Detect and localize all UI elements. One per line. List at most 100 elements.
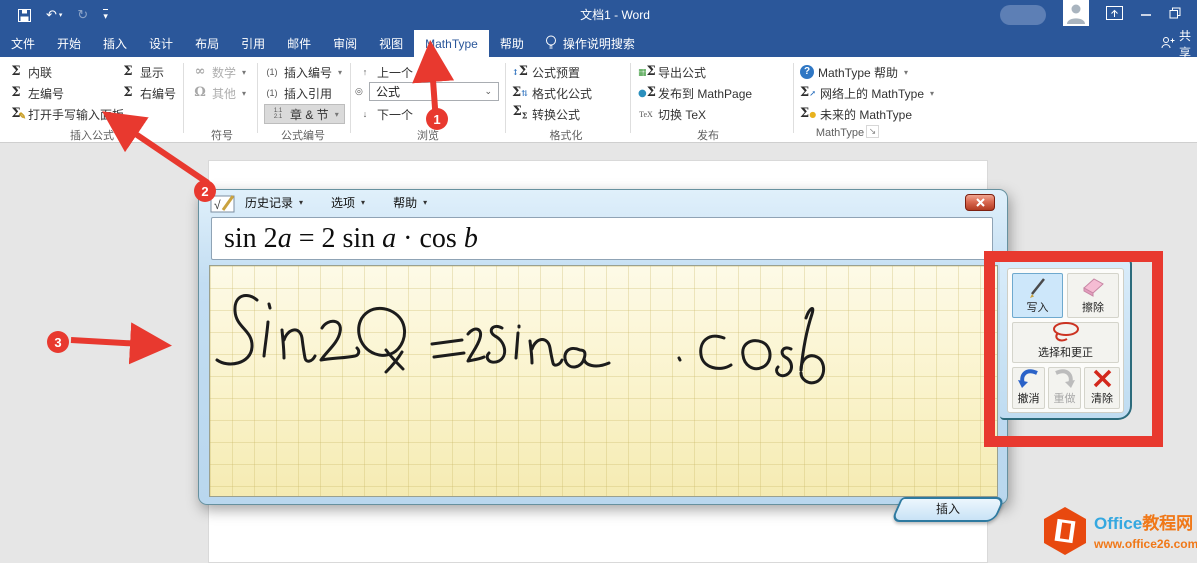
browse-target-combobox[interactable]: 公式 ⌄ — [369, 82, 499, 101]
chevron-down-icon: ⌄ — [484, 86, 498, 97]
tab-review[interactable]: 审阅 — [322, 30, 368, 57]
handwriting-canvas[interactable] — [209, 265, 998, 497]
browse-target-icon: ◎ — [355, 86, 363, 97]
chapter-section-button[interactable]: 1.12.1章 & 节▾ — [264, 104, 345, 124]
undo-icon[interactable]: ↶▾ — [46, 7, 62, 23]
sigma-presets-icon: ↕Σ — [512, 65, 528, 79]
chevron-down-icon: ▾ — [299, 198, 303, 207]
minimize-button[interactable] — [1140, 6, 1152, 24]
tab-mailings[interactable]: 邮件 — [276, 30, 322, 57]
tab-home[interactable]: 开始 — [46, 30, 92, 57]
save-icon[interactable] — [18, 9, 31, 22]
chevron-down-icon: ▾ — [242, 68, 246, 77]
share-button[interactable]: 共享 — [1161, 30, 1197, 57]
group-divider — [505, 63, 506, 133]
globe-sigma-icon: ●Σ — [638, 86, 654, 101]
share-person-icon — [1161, 36, 1175, 52]
group-divider — [257, 63, 258, 133]
future-mathtype-button[interactable]: Σ●未来的 MathType — [800, 104, 912, 124]
chevron-down-icon: ▾ — [338, 68, 342, 77]
open-handwriting-panel-button[interactable]: Σ✎ 打开手写输入面板 — [8, 104, 124, 124]
tab-design[interactable]: 设计 — [138, 30, 184, 57]
redo-icon[interactable]: ↻ — [77, 7, 88, 23]
restore-button[interactable] — [1169, 6, 1181, 24]
help-menu[interactable]: 帮助▾ — [393, 194, 427, 211]
group-label-publish: 发布 — [697, 127, 719, 143]
panel-close-button[interactable] — [965, 194, 995, 211]
titlebar-right-cluster — [1000, 0, 1181, 30]
insert-equation-reference-button[interactable]: (1)插入引用 — [264, 83, 332, 103]
tab-insert[interactable]: 插入 — [92, 30, 138, 57]
publish-mathpage-button[interactable]: ●Σ发布到 MathPage — [638, 83, 752, 103]
mathtype-on-web-button[interactable]: Σ↗网络上的 MathType▾ — [800, 83, 934, 103]
math-input-panel-menubar: 历史记录▾ 选项▾ 帮助▾ — [245, 194, 427, 211]
group-divider — [183, 63, 184, 133]
tell-me-search[interactable]: 操作说明搜索 — [535, 30, 645, 57]
insert-left-numbered-equation-button[interactable]: Σ左编号 — [8, 83, 64, 103]
group-label-equation-numbers: 公式编号 — [281, 127, 325, 143]
window-title: 文档1 - Word — [580, 0, 650, 30]
sigma-icon: Σ — [8, 86, 24, 100]
office-hexagon-logo — [1042, 506, 1088, 561]
quick-access-toolbar: ↶▾ ↻ ▾ — [18, 0, 108, 30]
handwriting-ink — [210, 266, 999, 498]
tab-mathtype[interactable]: MathType — [414, 30, 489, 57]
browse-next-button[interactable]: ↓下一个 — [357, 104, 413, 124]
tex-icon: TeX — [638, 110, 654, 119]
equation-presets-button[interactable]: ↕Σ公式预置 — [512, 62, 580, 82]
help-question-icon: ? — [800, 65, 814, 79]
group-divider — [630, 63, 631, 133]
lightbulb-icon — [545, 35, 557, 53]
annotation-step-1: 1 — [426, 108, 448, 130]
group-label-format: 格式化 — [550, 127, 583, 143]
avatar[interactable] — [1063, 0, 1089, 31]
chevron-down-icon: ▾ — [423, 198, 427, 207]
insert-button[interactable]: 插入 — [890, 497, 1005, 522]
svg-text:√: √ — [214, 198, 221, 212]
up-arrow-icon: ↑ — [357, 67, 373, 77]
tab-layout[interactable]: 布局 — [184, 30, 230, 57]
tab-view[interactable]: 视图 — [368, 30, 414, 57]
group-divider — [350, 63, 351, 133]
word-window: ↶▾ ↻ ▾ 文档1 - Word 文件 开始 插入 设计 布局 引用 — [0, 0, 1197, 563]
insert-inline-equation-button[interactable]: Σ内联 — [8, 62, 52, 82]
infinity-icon: ∞ — [192, 65, 208, 79]
group-label-mathtype: MathType — [816, 127, 864, 139]
toggle-tex-button[interactable]: TeX切换 TeX — [638, 104, 706, 124]
export-equations-button[interactable]: ▦Σ导出公式 — [638, 62, 706, 82]
title-bar: ↶▾ ↻ ▾ 文档1 - Word — [0, 0, 1197, 30]
tab-references[interactable]: 引用 — [230, 30, 276, 57]
group-label-symbols: 符号 — [211, 127, 233, 143]
math-input-panel: √ 历史记录▾ 选项▾ 帮助▾ sin 2a = 2 sin a · cos b — [198, 189, 1008, 505]
omega-icon: Ω — [192, 86, 208, 100]
insert-display-equation-button[interactable]: Σ显示 — [120, 62, 164, 82]
ribbon-display-options-icon[interactable] — [1106, 6, 1123, 25]
number-icon: (1) — [264, 67, 280, 77]
insert-equation-number-button[interactable]: (1)插入编号▾ — [264, 62, 342, 82]
other-symbols-button[interactable]: Ω其他▾ — [192, 83, 246, 103]
insert-right-numbered-equation-button[interactable]: Σ右编号 — [120, 83, 176, 103]
annotation-step-3: 3 — [47, 331, 69, 353]
convert-equations-button[interactable]: ΣΣ转换公式 — [512, 104, 580, 124]
math-symbols-button[interactable]: ∞数学▾ — [192, 62, 246, 82]
format-equations-button[interactable]: Σ⇅格式化公式 — [512, 83, 592, 103]
mathtype-help-button[interactable]: ?MathType 帮助▾ — [800, 62, 908, 82]
customize-qat-icon[interactable]: ▾ — [103, 9, 108, 22]
chevron-down-icon: ▾ — [335, 110, 339, 119]
account-name-pill — [1000, 5, 1046, 25]
options-menu[interactable]: 选项▾ — [331, 194, 365, 211]
watermark-brand: Office — [1094, 514, 1142, 533]
history-menu[interactable]: 历史记录▾ — [245, 194, 303, 211]
tab-help[interactable]: 帮助 — [489, 30, 535, 57]
browse-previous-button[interactable]: ↑上一个 — [357, 62, 413, 82]
chevron-down-icon: ▾ — [930, 89, 934, 98]
ribbon: Σ内联 Σ显示 Σ左编号 Σ右编号 Σ✎ 打开手写输入面板 插入公式 ∞数学▾ … — [0, 57, 1197, 143]
sigma-icon: Σ — [8, 65, 24, 79]
reference-icon: (1) — [264, 88, 280, 98]
sigma-format-icon: Σ⇅ — [512, 86, 528, 100]
watermark-url: www.office26.com — [1094, 537, 1197, 551]
dialog-launcher-icon[interactable]: ↘ — [866, 125, 879, 138]
chapter-section-icon: 1.12.1 — [270, 108, 286, 120]
sigma-bulb-icon: Σ● — [800, 107, 816, 121]
tab-file[interactable]: 文件 — [0, 30, 46, 57]
